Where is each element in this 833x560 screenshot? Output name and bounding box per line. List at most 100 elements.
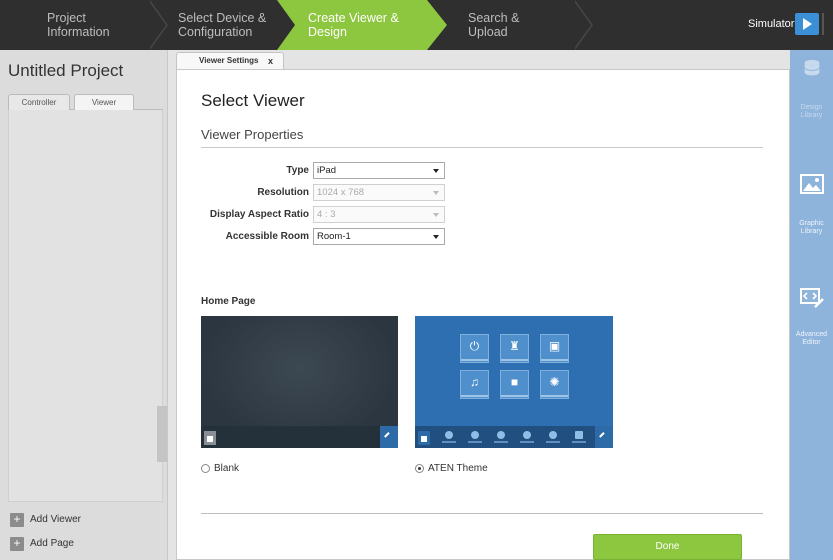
wizard-step-select-device[interactable]: Select Device & Configuration: [178, 0, 288, 50]
preview-toolbar: [415, 426, 613, 448]
project-sidebar: Untitled Project Controller Viewer + Add…: [0, 50, 168, 560]
aspect-ratio-select: 4 : 3: [313, 206, 445, 223]
power-tile-icon: ⏻: [460, 334, 489, 363]
divider: [822, 13, 824, 35]
blank-theme-preview[interactable]: [201, 316, 398, 448]
radio-button-icon: [201, 464, 210, 473]
simulator-play-icon[interactable]: [795, 13, 819, 35]
step-separator: [427, 0, 447, 50]
tab-viewer[interactable]: Viewer: [74, 94, 134, 110]
app-window: Project Information Select Device & Conf…: [0, 0, 833, 560]
page-title: Select Viewer: [201, 91, 305, 110]
graphic-library-label: Graphic Library: [790, 220, 833, 236]
rail-label-line: Graphic: [799, 220, 824, 227]
resolution-value: 1024 x 768: [317, 187, 365, 198]
tab-viewer-settings[interactable]: Viewer Settings x: [176, 52, 284, 69]
rail-label-line: Library: [800, 228, 823, 235]
step-separator: [573, 0, 591, 50]
home-icon: [418, 431, 430, 445]
rail-label-line: Editor: [802, 339, 821, 346]
accessible-room-value: Room-1: [317, 231, 351, 242]
rail-label-line: Design: [800, 104, 823, 111]
image-icon: [800, 174, 824, 194]
design-library-label: Design Library: [790, 104, 833, 120]
home-icon: [204, 431, 216, 445]
conference-icon: ♜: [509, 339, 520, 353]
wizard-step-label: Search &: [468, 11, 520, 25]
nav-caption: [442, 441, 456, 443]
radio-button-icon: [415, 464, 424, 473]
wizard-step-label: Create Viewer &: [308, 11, 399, 25]
step-separator: [148, 0, 166, 50]
lighting-tile-icon: ✺: [540, 370, 569, 399]
close-icon[interactable]: x: [268, 53, 273, 69]
music-tile-icon: ♫: [460, 370, 489, 399]
blank-radio-label: Blank: [214, 463, 240, 474]
wizard-step-label: Configuration: [178, 25, 253, 39]
conference-tile-icon: ♜: [500, 334, 529, 363]
step-separator: [277, 0, 295, 50]
divider: [201, 147, 763, 148]
aten-theme-radio-label: ATEN Theme: [428, 463, 488, 474]
add-viewer-label: Add Viewer: [30, 514, 81, 525]
tile-caption: [461, 395, 488, 397]
presentation-icon: ▣: [548, 339, 561, 353]
type-value: iPad: [317, 165, 337, 176]
wizard-bar: Project Information Select Device & Conf…: [0, 0, 833, 50]
music-note-icon: ♫: [470, 375, 479, 389]
plus-icon: +: [10, 537, 24, 551]
chevron-down-icon: [433, 235, 439, 239]
tab-label: Viewer Settings: [199, 56, 259, 65]
collapse-handle[interactable]: [157, 406, 167, 462]
rail-label-line: Advanced: [795, 331, 828, 338]
tile-caption: [541, 395, 568, 397]
chevron-down-icon: [433, 213, 439, 217]
wrench-icon: [595, 426, 613, 448]
sidebar-tree-panel: [8, 110, 163, 502]
wizard-step-label: Project: [47, 11, 86, 25]
nav-caption: [520, 441, 534, 443]
nav-dot-icon: [445, 431, 453, 439]
tab-controller[interactable]: Controller: [8, 94, 70, 110]
database-icon: [804, 59, 820, 76]
viewer-settings-panel: Select Viewer Viewer Properties Type iPa…: [176, 69, 790, 560]
divider: [201, 513, 763, 514]
nav-dot-icon: [497, 431, 505, 439]
tile-caption: [501, 359, 528, 361]
rail-label-line: Library: [800, 112, 823, 119]
type-select[interactable]: iPad: [313, 162, 445, 179]
library-rail: Design Library Graphic Library Advanced …: [790, 50, 833, 560]
home-page-label: Home Page: [201, 296, 256, 307]
resolution-label: Resolution: [257, 187, 309, 198]
accessible-room-label: Accessible Room: [225, 231, 309, 242]
screen-icon: ■: [510, 375, 519, 389]
simulator-label: Simulator: [748, 18, 795, 30]
tile-caption: [501, 395, 528, 397]
grid-icon: [575, 431, 583, 439]
resolution-select: 1024 x 768: [313, 184, 445, 201]
tile-caption: [461, 359, 488, 361]
code-editor-icon: [800, 288, 824, 308]
chevron-down-icon: [433, 191, 439, 195]
wizard-step-project-information[interactable]: Project Information: [47, 0, 157, 50]
accessible-room-select[interactable]: Room-1: [313, 228, 445, 245]
editor-area: Viewer Settings x Select Viewer Viewer P…: [168, 50, 790, 560]
done-button[interactable]: Done: [593, 534, 742, 560]
nav-caption: [494, 441, 508, 443]
wizard-step-label: Select Device &: [178, 11, 267, 25]
section-title: Viewer Properties: [201, 127, 304, 142]
nav-caption: [572, 441, 586, 443]
nav-dot-icon: [549, 431, 557, 439]
screen-tile-icon: ■: [500, 370, 529, 399]
nav-dot-icon: [471, 431, 479, 439]
nav-caption: [468, 441, 482, 443]
wizard-step-label: Design: [308, 25, 347, 39]
advanced-editor-label: Advanced Editor: [790, 331, 833, 347]
wizard-step-create-viewer[interactable]: Create Viewer & Design: [308, 0, 426, 50]
wizard-step-search-upload[interactable]: Search & Upload: [468, 0, 578, 50]
wizard-step-label: Information: [47, 25, 110, 39]
presentation-tile-icon: ▣: [540, 334, 569, 363]
aten-theme-preview[interactable]: ⏻ ♜ ▣ ♫ ■ ✺: [415, 316, 613, 448]
power-icon: ⏻: [469, 339, 480, 353]
chevron-down-icon: [433, 169, 439, 173]
